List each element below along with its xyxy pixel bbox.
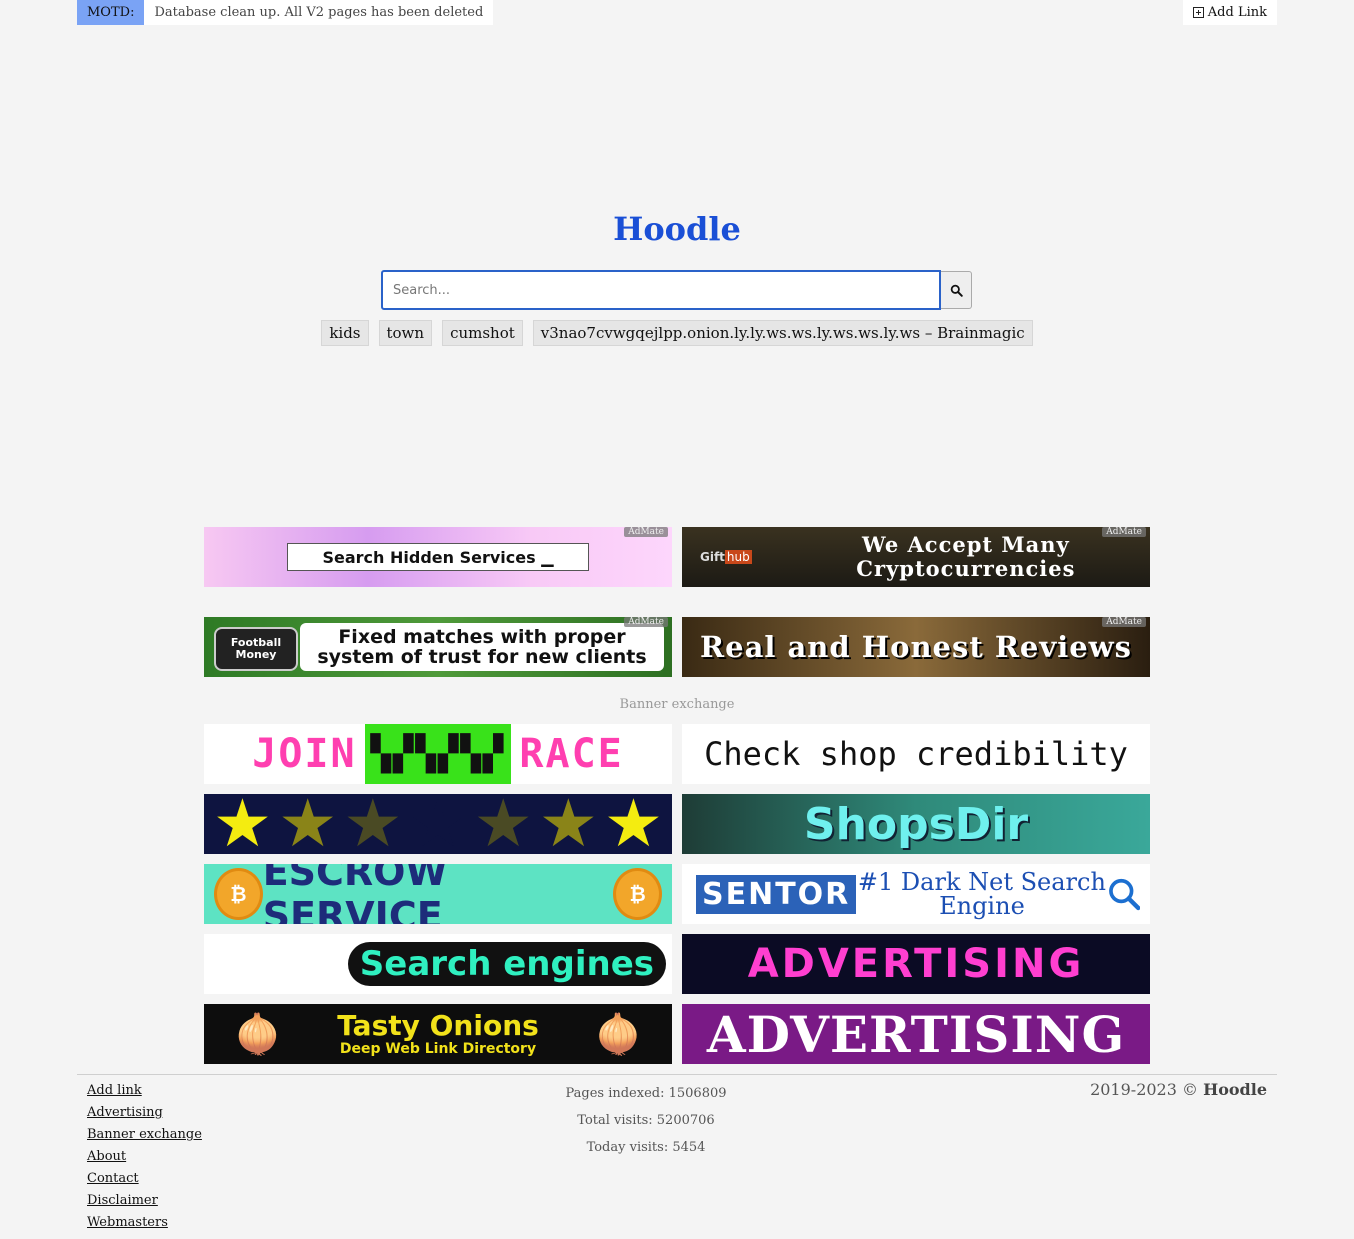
- site-stats: Pages indexed: 1506809 Total visits: 520…: [546, 1080, 746, 1161]
- banner-join-race[interactable]: JOIN ▚▞▚▞▚▞ RACE: [204, 724, 672, 784]
- pages-indexed: Pages indexed: 1506809: [565, 1086, 727, 1101]
- banner-text: ShopsDir: [803, 798, 1029, 850]
- today-visits: Today visits: 5454: [586, 1140, 706, 1155]
- footer-link-disclaimer[interactable]: Disclaimer: [87, 1190, 202, 1212]
- magnifier-icon: [1108, 878, 1140, 911]
- banner-text: Check shop credibility: [704, 735, 1128, 773]
- banner-text: ADVERTISING: [706, 1004, 1126, 1064]
- pixel-art: ▚▞▚▞▚▞: [364, 724, 512, 784]
- banner-advertising-purple[interactable]: ADVERTISING: [682, 1004, 1150, 1064]
- banner-check-shop[interactable]: Check shop credibility: [682, 724, 1150, 784]
- banner-escrow[interactable]: ₿ ESCROW SERVICE ₿: [204, 864, 672, 924]
- onion-mascot-icon: 🧅: [594, 1012, 642, 1056]
- ad-banner-search-hidden-services[interactable]: Search Hidden Services ▁ AdMate: [204, 527, 672, 587]
- banner-text: ESCROW SERVICE: [262, 864, 448, 924]
- plus-square-icon: [1192, 7, 1204, 18]
- motd-label: MOTD:: [77, 0, 145, 25]
- ad-banner-football[interactable]: Football Money Fixed matches with proper…: [204, 617, 672, 677]
- star-icon: ★: [538, 794, 598, 854]
- search-tag[interactable]: cumshot: [442, 320, 523, 346]
- copyright-brand: Hoodle: [1203, 1080, 1267, 1099]
- copyright: 2019-2023 © Hoodle: [1090, 1080, 1267, 1099]
- footer-link-webmasters[interactable]: Webmasters: [87, 1212, 202, 1234]
- admate-badge: AdMate: [1102, 527, 1146, 537]
- search-input[interactable]: [381, 270, 941, 310]
- football-money-logo: Football Money: [214, 627, 298, 671]
- footer-link-contact[interactable]: Contact: [87, 1168, 202, 1190]
- banner-text: ADVERTISING: [747, 941, 1085, 987]
- search-button[interactable]: [941, 271, 972, 309]
- search-icon: [950, 284, 963, 297]
- search-tag[interactable]: v3nao7cvwgqejlpp.onion.ly.ly.ws.ws.ly.ws…: [532, 320, 1033, 346]
- footer-link-about[interactable]: About: [87, 1146, 202, 1168]
- search-form: [381, 270, 972, 310]
- banner-sentor[interactable]: SENTOR #1 Dark Net Search Engine: [682, 864, 1150, 924]
- banner-text: Search engines: [347, 942, 666, 986]
- banner-tasty-onions[interactable]: 🧅 Tasty Onions Deep Web Link Directory 🧅: [204, 1004, 672, 1064]
- admate-badge: AdMate: [1102, 617, 1146, 627]
- footer-link-advertising[interactable]: Advertising: [87, 1102, 202, 1124]
- ad-text: Fixed matches with proper system of trus…: [300, 623, 664, 671]
- site-logo[interactable]: Hoodle: [0, 210, 1354, 248]
- admate-badge: AdMate: [624, 527, 668, 537]
- star-icon: ★: [343, 794, 403, 854]
- search-tag[interactable]: kids: [321, 320, 369, 346]
- banner-search-engines[interactable]: Search engines: [204, 934, 672, 994]
- star-icon: ★: [212, 794, 273, 854]
- footer-divider: [77, 1074, 1277, 1075]
- banner-advertising-neon[interactable]: ADVERTISING: [682, 934, 1150, 994]
- footer-link-banner-exchange[interactable]: Banner exchange: [87, 1124, 202, 1146]
- ad-banner-reviews[interactable]: Real and Honest Reviews AdMate: [682, 617, 1150, 677]
- banner-title: Tasty Onions: [337, 1009, 539, 1042]
- add-link-button[interactable]: Add Link: [1182, 0, 1277, 25]
- onion-mascot-icon: 🧅: [234, 1012, 282, 1056]
- total-visits: Total visits: 5200706: [577, 1113, 715, 1128]
- banner-stars[interactable]: ★ ★ ★ ★ ★ ★ ★: [204, 794, 672, 854]
- banner-text: #1 Dark Net Search Engine: [857, 868, 1106, 920]
- ad-text: Search Hidden Services ▁: [287, 543, 589, 571]
- star-icon: ★: [278, 794, 338, 854]
- admate-badge: AdMate: [624, 617, 668, 627]
- add-link-label: Add Link: [1207, 5, 1267, 20]
- bitcoin-icon: ₿: [613, 868, 663, 920]
- footer-links: Add link Advertising Banner exchange Abo…: [87, 1080, 202, 1234]
- gifthub-logo: Gift hub: [700, 550, 752, 564]
- motd-text: Database clean up. All V2 pages has been…: [144, 0, 494, 25]
- star-icon: ★: [603, 794, 664, 854]
- search-tag[interactable]: town: [378, 320, 433, 346]
- bitcoin-icon: ₿: [214, 868, 263, 920]
- footer-link-add-link[interactable]: Add link: [87, 1080, 202, 1102]
- banner-shopsdir[interactable]: ShopsDir: [682, 794, 1150, 854]
- sentor-logo: SENTOR: [696, 874, 857, 914]
- motd-bar: MOTD: Database clean up. All V2 pages ha…: [77, 0, 494, 25]
- star-icon: ★: [408, 794, 468, 854]
- banner-text: JOIN ▚▞▚▞▚▞ RACE: [252, 724, 623, 784]
- ad-banner-crypto[interactable]: Gift hub We Accept Many Cryptocurrencies …: [682, 527, 1150, 587]
- popular-searches: kids town cumshot v3nao7cvwgqejlpp.onion…: [0, 320, 1354, 346]
- banner-exchange-label: Banner exchange: [619, 697, 735, 712]
- star-icon: ★: [473, 794, 533, 854]
- banner-subtitle: Deep Web Link Directory: [339, 1041, 537, 1057]
- ad-text: We Accept Many Cryptocurrencies: [856, 532, 1076, 581]
- ad-text: Real and Honest Reviews: [700, 630, 1132, 664]
